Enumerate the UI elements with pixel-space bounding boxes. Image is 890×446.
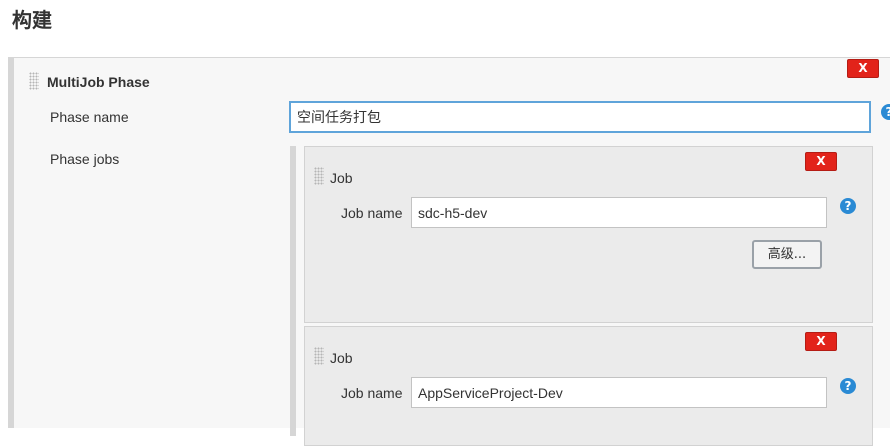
phase-jobs-container: Job X Job name ? 高级... Job X Job name ? [290, 146, 890, 446]
multijob-phase-panel: MultiJob Phase X Phase name ? Phase jobs… [8, 57, 890, 446]
job-title: Job [330, 170, 353, 186]
job-name-input[interactable] [411, 377, 827, 408]
advanced-button[interactable]: 高级... [752, 240, 822, 269]
phase-name-input[interactable] [289, 101, 871, 133]
job-name-label: Job name [341, 205, 403, 221]
section-title: 构建 [12, 8, 52, 32]
job-name-input[interactable] [411, 197, 827, 228]
phase-left-stripe [8, 58, 14, 428]
job-name-help-icon[interactable]: ? [840, 378, 856, 394]
phase-jobs-label: Phase jobs [50, 151, 120, 167]
phase-name-label: Phase name [50, 109, 129, 125]
delete-job-button[interactable]: X [805, 152, 837, 171]
delete-job-button[interactable]: X [805, 332, 837, 351]
job-name-label: Job name [341, 385, 403, 401]
phase-heading: MultiJob Phase [47, 74, 150, 90]
job-name-help-icon[interactable]: ? [840, 198, 856, 214]
job-drag-handle[interactable] [314, 167, 324, 185]
job-title: Job [330, 350, 353, 366]
job-card: Job X Job name ? [304, 326, 873, 446]
delete-phase-button[interactable]: X [847, 59, 879, 78]
phase-name-help-icon[interactable]: ? [881, 104, 890, 120]
job-card: Job X Job name ? 高级... [304, 146, 873, 323]
phase-drag-handle[interactable] [29, 72, 39, 90]
job-drag-handle[interactable] [314, 347, 324, 365]
